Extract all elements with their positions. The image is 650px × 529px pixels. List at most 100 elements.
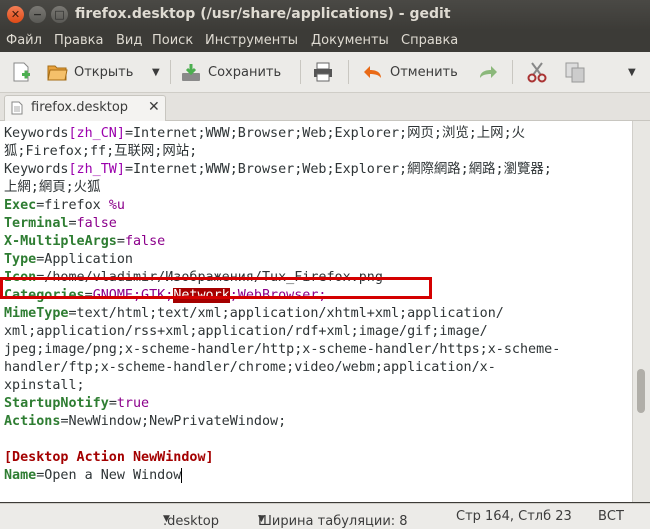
copy-icon bbox=[564, 61, 586, 83]
argument: %u bbox=[108, 198, 125, 213]
tab-firefox-desktop[interactable]: firefox.desktop ✕ bbox=[4, 95, 166, 121]
line: Name=Open a New Window bbox=[4, 467, 630, 485]
save-button[interactable]: Сохранить bbox=[180, 60, 281, 84]
menu-edit[interactable]: Правка bbox=[54, 33, 103, 48]
line: [Desktop Action NewWindow] bbox=[4, 449, 630, 467]
line: jpeg;image/png;x-scheme-handler/http;x-s… bbox=[4, 342, 561, 357]
tab-close-icon[interactable]: ✕ bbox=[148, 99, 160, 115]
text-editor[interactable]: Keywords[zh_CN]=Internet;WWW;Browser;Web… bbox=[0, 121, 632, 502]
toolbar-separator bbox=[512, 60, 513, 84]
undo-arrow-icon bbox=[362, 61, 384, 83]
equals: = bbox=[68, 216, 77, 231]
undo-button[interactable]: Отменить bbox=[362, 60, 458, 84]
line: Exec=firefox %u bbox=[4, 197, 630, 215]
key: Exec bbox=[4, 198, 37, 213]
menu-view[interactable]: Вид bbox=[116, 33, 142, 48]
value: =NewWindow;NewPrivateWindow; bbox=[60, 414, 287, 429]
new-document-button[interactable] bbox=[10, 60, 38, 84]
line: Actions=NewWindow;NewPrivateWindow; bbox=[4, 413, 630, 431]
menubar: Файл Правка Вид Поиск Инструменты Докуме… bbox=[0, 30, 650, 52]
section-header: [Desktop Action NewWindow] bbox=[4, 450, 214, 465]
key: Keywords bbox=[4, 162, 69, 177]
new-document-icon bbox=[10, 61, 32, 83]
value: false bbox=[76, 216, 117, 231]
line: StartupNotify=true bbox=[4, 395, 630, 413]
redo-arrow-icon bbox=[477, 61, 499, 83]
tab-label: firefox.desktop bbox=[31, 100, 129, 115]
value: =firefox bbox=[36, 198, 109, 213]
value: =Internet;WWW;Browser;Web;Explorer;網際網路;… bbox=[124, 162, 552, 177]
document-icon bbox=[11, 101, 23, 119]
window-title: firefox.desktop (/usr/share/applications… bbox=[75, 6, 451, 22]
equals: = bbox=[116, 234, 125, 249]
print-button[interactable] bbox=[312, 60, 340, 84]
line: Terminal=false bbox=[4, 215, 630, 233]
code-lines: Keywords[zh_CN]=Internet;WWW;Browser;Web… bbox=[4, 125, 630, 485]
value: =Internet;WWW;Browser;Web;Explorer;网页;浏览… bbox=[124, 126, 526, 141]
cursor-position: Стр 164, Стлб 23 bbox=[456, 509, 572, 524]
maximize-icon[interactable]: □ bbox=[51, 6, 68, 23]
chevron-down-icon: ▼ bbox=[258, 514, 265, 524]
menu-file[interactable]: Файл bbox=[6, 33, 42, 48]
undo-label: Отменить bbox=[390, 64, 458, 80]
insert-mode: ВСТ bbox=[598, 509, 624, 524]
save-icon bbox=[180, 61, 202, 83]
empty-line bbox=[4, 431, 630, 449]
toolbar: Открыть ▼ Сохранить Отменить ▼ bbox=[0, 52, 650, 93]
key: Terminal bbox=[4, 216, 69, 231]
open-button[interactable]: Открыть bbox=[46, 60, 133, 84]
equals: = bbox=[108, 396, 117, 411]
line: Keywords[zh_TW]=Internet;WWW;Browser;Web… bbox=[4, 161, 630, 179]
key: StartupNotify bbox=[4, 396, 109, 411]
language-label: .desktop bbox=[163, 514, 219, 529]
locale: [zh_CN] bbox=[68, 126, 125, 141]
line: 上網;網頁;火狐 bbox=[4, 180, 101, 195]
key: Type bbox=[4, 252, 37, 267]
open-dropdown-arrow-icon[interactable]: ▼ bbox=[152, 60, 160, 84]
scissors-icon bbox=[526, 61, 548, 83]
printer-icon bbox=[312, 61, 334, 83]
line: handler/ftp;x-scheme-handler/chrome;vide… bbox=[4, 360, 496, 375]
vertical-scrollbar[interactable] bbox=[632, 121, 650, 502]
key: Keywords bbox=[4, 126, 69, 141]
title-bar: ✕ − □ firefox.desktop (/usr/share/applic… bbox=[0, 0, 650, 30]
locale: [zh_TW] bbox=[68, 162, 125, 177]
text-cursor bbox=[181, 468, 183, 483]
key: Actions bbox=[4, 414, 61, 429]
save-label: Сохранить bbox=[208, 64, 282, 80]
value: =Open a New Window bbox=[36, 468, 182, 483]
minimize-icon[interactable]: − bbox=[29, 6, 46, 23]
copy-button[interactable] bbox=[564, 60, 592, 84]
menu-tools[interactable]: Инструменты bbox=[205, 33, 298, 48]
folder-open-icon bbox=[46, 61, 68, 83]
toolbar-separator bbox=[170, 60, 171, 84]
scrollbar-thumb[interactable] bbox=[637, 369, 645, 413]
value: =Application bbox=[36, 252, 133, 267]
value: false bbox=[124, 234, 166, 249]
tab-bar: firefox.desktop ✕ bbox=[0, 93, 650, 121]
menu-help[interactable]: Справка bbox=[401, 33, 458, 48]
menu-documents[interactable]: Документы bbox=[311, 33, 389, 48]
line: Type=Application bbox=[4, 251, 630, 269]
close-icon[interactable]: ✕ bbox=[7, 6, 24, 23]
toolbar-separator bbox=[348, 60, 349, 84]
toolbar-overflow-arrow-icon[interactable]: ▼ bbox=[628, 60, 636, 84]
open-label: Открыть bbox=[74, 64, 134, 80]
key: X-MultipleArgs bbox=[4, 234, 117, 249]
line: xml;application/rss+xml;application/rdf+… bbox=[4, 324, 488, 339]
status-bar: .desktop ▼ Ширина табуляции: 8 ▼ Стр 164… bbox=[0, 503, 650, 529]
value: true bbox=[116, 396, 150, 411]
chevron-down-icon: ▼ bbox=[163, 514, 170, 524]
value: =text/html;text/xml;application/xhtml+xm… bbox=[68, 306, 504, 321]
highlight-box bbox=[0, 277, 432, 299]
key: Name bbox=[4, 468, 37, 483]
menu-search[interactable]: Поиск bbox=[152, 33, 193, 48]
toolbar-separator bbox=[300, 60, 301, 84]
cut-button[interactable] bbox=[526, 60, 554, 84]
line: MimeType=text/html;text/xml;application/… bbox=[4, 305, 630, 323]
line: 狐;Firefox;ff;互联网;网站; bbox=[4, 144, 198, 159]
tab-width-label: Ширина табуляции: 8 bbox=[258, 514, 408, 529]
line: Keywords[zh_CN]=Internet;WWW;Browser;Web… bbox=[4, 125, 630, 143]
redo-button[interactable] bbox=[477, 60, 505, 84]
line: xpinstall; bbox=[4, 378, 85, 393]
